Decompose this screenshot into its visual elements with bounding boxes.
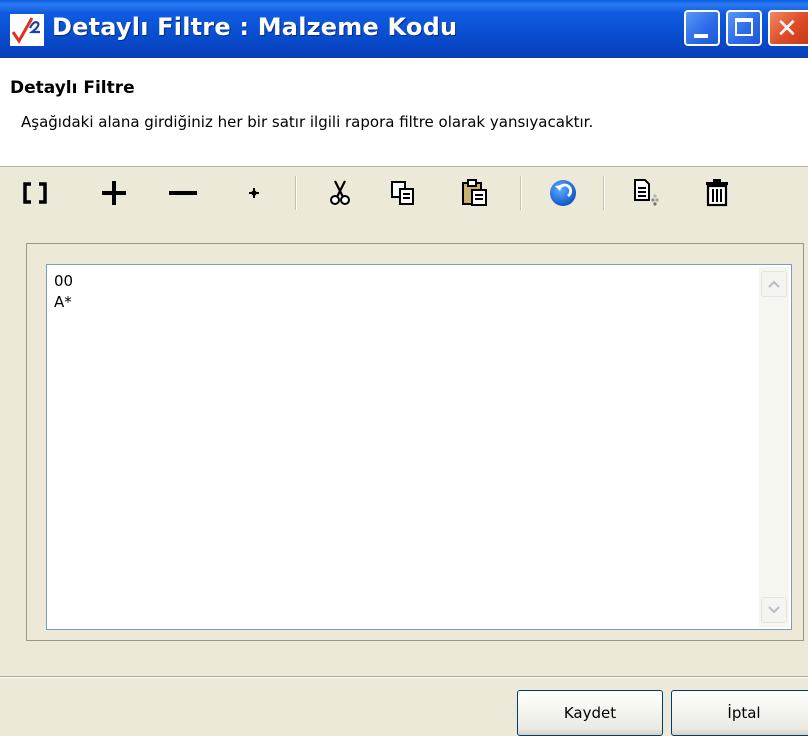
scroll-up-button[interactable]: [761, 271, 787, 297]
paste-icon: [462, 179, 487, 206]
delete-icon: [706, 179, 728, 207]
delete-button[interactable]: [699, 175, 735, 211]
dialog-header: Detaylı Filtre Aşağıdaki alana girdiğini…: [0, 58, 808, 167]
cut-icon: [330, 180, 350, 205]
vertical-scrollbar[interactable]: [759, 267, 789, 627]
close-icon: ✕: [776, 14, 798, 44]
header-description: Aşağıdaki alana girdiğiniz her bir satır…: [21, 113, 594, 131]
undo-icon: [550, 180, 576, 206]
toolbar-separator: [603, 176, 605, 210]
minus-icon: [169, 191, 197, 195]
toolbar-separator: [520, 176, 522, 210]
minimize-icon: [694, 34, 708, 38]
undo-button[interactable]: [545, 175, 581, 211]
footer-divider: [0, 676, 808, 678]
remove-button[interactable]: [165, 175, 201, 211]
add-button[interactable]: [96, 175, 132, 211]
paste-button[interactable]: [457, 175, 493, 211]
asterisk-icon: [249, 188, 259, 198]
filter-textarea[interactable]: 00 A*: [46, 264, 792, 630]
maximize-icon: [735, 18, 753, 36]
chevron-up-icon: [768, 280, 780, 288]
cancel-button[interactable]: İptal: [671, 690, 808, 736]
header-title: Detaylı Filtre: [10, 78, 135, 98]
scroll-down-button[interactable]: [761, 597, 787, 623]
cut-button[interactable]: [322, 175, 358, 211]
chevron-down-icon: [768, 606, 780, 614]
close-button[interactable]: ✕: [768, 10, 808, 46]
minimize-button[interactable]: [684, 10, 720, 46]
filter-line: 00: [54, 272, 74, 290]
maximize-button[interactable]: [726, 10, 762, 46]
toolbar-separator: [295, 176, 297, 210]
toolbar: [0, 167, 808, 219]
brackets-icon: [23, 182, 47, 204]
dialog-window: Detaylı Filtre : Malzeme Kodu ✕ Detaylı …: [0, 0, 808, 736]
wildcard-button[interactable]: [236, 175, 272, 211]
save-button[interactable]: Kaydet: [517, 690, 663, 736]
copy-icon: [391, 181, 414, 205]
filter-line: A*: [54, 293, 72, 311]
title-bar[interactable]: Detaylı Filtre : Malzeme Kodu ✕: [0, 0, 808, 58]
plus-icon: [102, 181, 126, 205]
import-button[interactable]: [628, 175, 664, 211]
filter-lines: 00 A*: [54, 271, 73, 313]
copy-button[interactable]: [385, 175, 421, 211]
app-logo-icon: [10, 14, 44, 46]
window-title: Detaylı Filtre : Malzeme Kodu: [52, 13, 458, 41]
brackets-button[interactable]: [17, 175, 53, 211]
import-icon: [634, 179, 659, 206]
